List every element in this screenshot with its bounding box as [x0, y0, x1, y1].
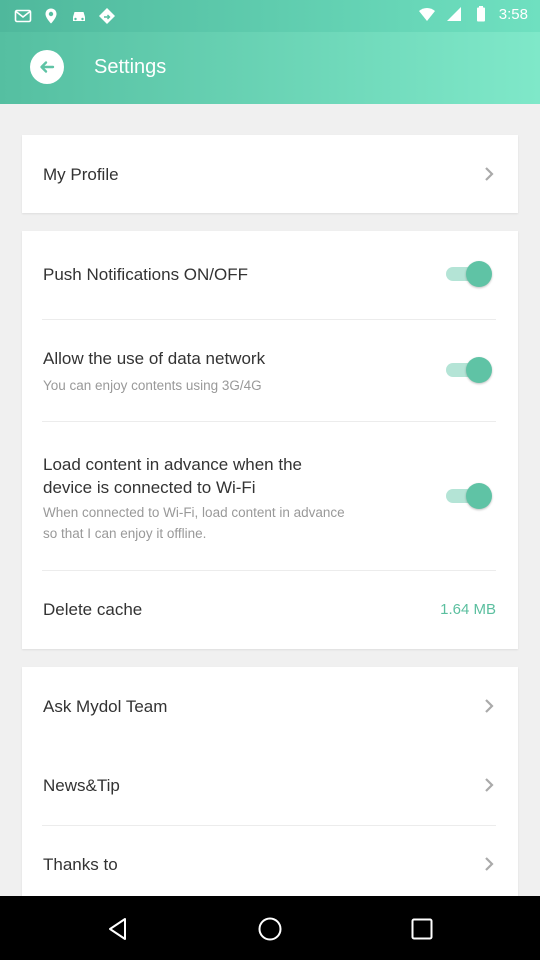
- preload-wifi-label-line2: device is connected to Wi-Fi: [43, 478, 256, 497]
- news-tip-label: News&Tip: [43, 776, 120, 795]
- status-time: 3:58: [498, 5, 528, 23]
- preload-wifi-toggle[interactable]: [446, 483, 492, 509]
- back-button[interactable]: [30, 50, 64, 84]
- app-bar: Settings: [0, 32, 540, 104]
- cache-size-value: 1.64 MB: [440, 601, 496, 618]
- chevron-right-icon: [485, 857, 494, 871]
- arrow-left-icon: [40, 61, 55, 73]
- page-title: Settings: [94, 56, 167, 78]
- recents-square-icon[interactable]: [409, 916, 435, 942]
- preload-wifi-label: Load content in advance when the device …: [43, 453, 302, 499]
- toggle-thumb: [466, 483, 492, 509]
- preload-wifi-description-line2: so that I can enjoy it offline.: [43, 526, 207, 541]
- toggle-thumb: [466, 357, 492, 383]
- divider: [42, 421, 496, 422]
- back-triangle-icon[interactable]: [105, 916, 131, 942]
- push-notifications-label: Push Notifications ON/OFF: [43, 265, 249, 284]
- preload-wifi-description-line1: When connected to Wi-Fi, load content in…: [43, 505, 345, 520]
- push-notifications-toggle[interactable]: [446, 261, 492, 287]
- thanks-to-label: Thanks to: [43, 855, 118, 874]
- wifi-icon: [418, 8, 435, 21]
- my-profile-label: My Profile: [43, 165, 119, 184]
- divider: [42, 319, 496, 320]
- delete-cache-label: Delete cache: [43, 600, 143, 619]
- car-icon: [73, 12, 85, 21]
- info-card: Ask Mydol Team News&Tip Thanks to: [22, 667, 518, 896]
- settings-card: Push Notifications ON/OFF Allow the use …: [22, 231, 518, 649]
- preload-wifi-description: When connected to Wi-Fi, load content in…: [43, 502, 345, 544]
- signal-icon: [446, 7, 461, 21]
- preload-wifi-label-line1: Load content in advance when the: [43, 455, 302, 474]
- chevron-right-icon: [485, 699, 494, 713]
- chevron-right-icon: [485, 167, 494, 181]
- thanks-to-row[interactable]: Thanks to: [22, 826, 518, 896]
- ask-team-label: Ask Mydol Team: [43, 697, 168, 716]
- data-network-label: Allow the use of data network: [43, 349, 266, 368]
- maps-icon: [45, 8, 57, 24]
- system-navigation-bar: [0, 896, 540, 960]
- toggle-thumb: [466, 261, 492, 287]
- status-bar: 3:58: [0, 0, 540, 32]
- sign-icon: [99, 8, 115, 24]
- data-network-toggle[interactable]: [446, 357, 492, 383]
- my-profile-row[interactable]: My Profile: [22, 135, 518, 213]
- chevron-right-icon: [485, 778, 494, 792]
- profile-card: My Profile: [22, 135, 518, 213]
- battery-icon: [476, 6, 485, 22]
- delete-cache-row[interactable]: Delete cache 1.64 MB: [22, 571, 518, 649]
- mail-icon: [14, 9, 32, 23]
- news-tip-row[interactable]: News&Tip: [22, 747, 518, 825]
- data-network-description: You can enjoy contents using 3G/4G: [43, 378, 262, 393]
- home-circle-icon[interactable]: [257, 916, 283, 942]
- ask-team-row[interactable]: Ask Mydol Team: [22, 667, 518, 745]
